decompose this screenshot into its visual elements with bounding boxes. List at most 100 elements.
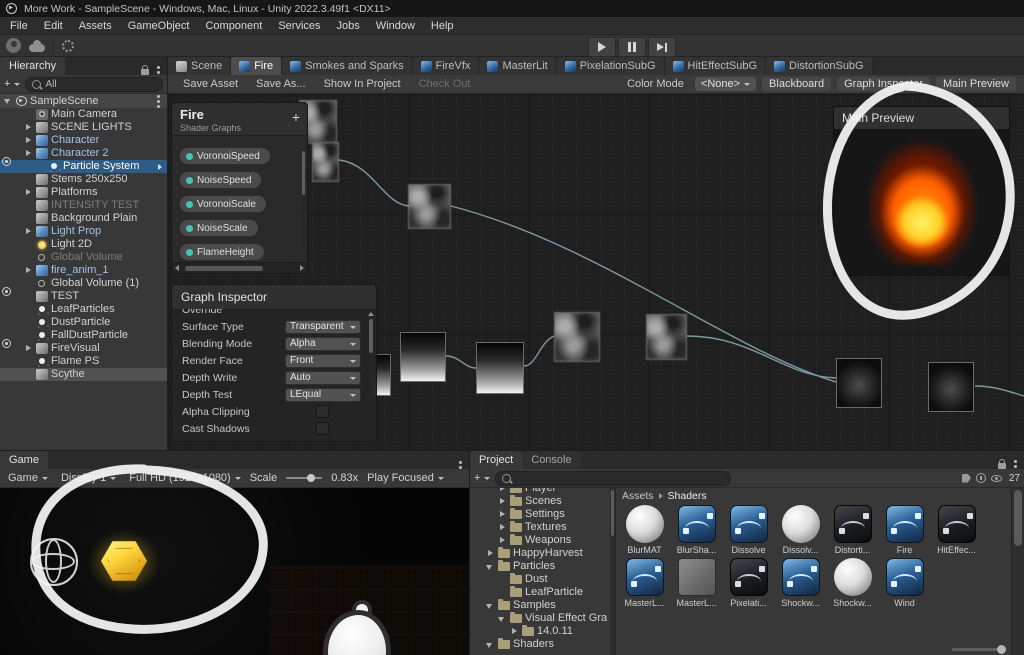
setting-checkbox[interactable] — [316, 422, 329, 435]
hierarchy-item[interactable]: Global Volume (1) — [0, 277, 167, 290]
menu-item[interactable]: Window — [368, 18, 423, 34]
breadcrumb-root[interactable]: Assets — [622, 490, 654, 502]
graph-node-preview[interactable] — [554, 312, 600, 362]
folder-row[interactable]: Textures — [470, 521, 615, 534]
shader-graph-tab[interactable]: Fire — [231, 57, 282, 75]
scrollbar-thumb[interactable] — [185, 266, 263, 271]
hierarchy-item[interactable]: FallDustParticle — [0, 329, 167, 342]
setting-dropdown[interactable]: Transparent — [285, 320, 361, 334]
pane-menu-icon[interactable] — [157, 71, 160, 74]
folder-row[interactable]: Dust — [470, 573, 615, 586]
shader-graph-tab[interactable]: DistortionSubG — [766, 57, 873, 75]
menu-item[interactable]: Assets — [71, 18, 120, 34]
menu-item[interactable]: Component — [197, 18, 270, 34]
expand-arrow-icon[interactable] — [24, 305, 33, 314]
scale-slider[interactable] — [286, 477, 322, 479]
expand-arrow-icon[interactable] — [24, 110, 33, 119]
asset-item[interactable]: HitEffec... — [933, 505, 980, 555]
services-gear-icon[interactable] — [62, 40, 74, 52]
expand-arrow-icon[interactable] — [24, 357, 33, 366]
shader-property-pill[interactable]: NoiseSpeed — [179, 171, 262, 189]
blackboard-toggle-button[interactable]: Blackboard — [762, 77, 831, 91]
main-preview-title[interactable]: Main Preview — [834, 107, 1009, 130]
scene-visibility-icon[interactable] — [2, 287, 11, 296]
expand-arrow-icon[interactable] — [24, 136, 33, 145]
tab-project[interactable]: Project — [470, 451, 522, 469]
display-dropdown[interactable]: Display 1 — [57, 471, 120, 486]
asset-item[interactable]: MasterL... — [621, 558, 668, 608]
expand-arrow-icon[interactable] — [498, 588, 507, 597]
project-vertical-scrollbar[interactable] — [1011, 488, 1024, 655]
menu-item[interactable]: File — [2, 18, 36, 34]
scrollbar-thumb[interactable] — [369, 319, 373, 353]
tab-console[interactable]: Console — [522, 451, 580, 469]
scene-visibility-icon[interactable] — [2, 339, 11, 348]
hierarchy-item[interactable]: Character 2 — [0, 147, 167, 160]
breadcrumb-current[interactable]: Shaders — [668, 490, 707, 502]
info-icon[interactable] — [976, 473, 986, 483]
show-in-project-button[interactable]: Show In Project — [317, 77, 408, 91]
asset-item[interactable]: Dissolv... — [777, 505, 824, 555]
folder-row[interactable]: Player — [470, 488, 615, 495]
menu-item[interactable]: Services — [270, 18, 328, 34]
asset-item[interactable]: Dissolve — [725, 505, 772, 555]
expand-arrow-icon[interactable] — [498, 536, 507, 545]
asset-item[interactable]: BlurMAT — [621, 505, 668, 555]
create-asset-button[interactable]: + — [474, 472, 490, 484]
shader-graph-tab[interactable]: PixelationSubG — [557, 57, 665, 75]
shader-property-pill[interactable]: FlameHeight — [179, 243, 265, 261]
hierarchy-item[interactable]: SCENE LIGHTS — [0, 121, 167, 134]
expand-arrow-icon[interactable] — [24, 370, 33, 379]
menu-item[interactable]: Help — [423, 18, 462, 34]
expand-arrow-icon[interactable] — [498, 488, 507, 493]
expand-arrow-icon[interactable] — [24, 201, 33, 210]
hierarchy-search-input[interactable]: All — [25, 77, 163, 92]
resolution-dropdown[interactable]: Full HD (1920x1080) — [125, 471, 245, 486]
hierarchy-item[interactable]: Particle System — [0, 160, 167, 173]
folder-row[interactable]: Particles — [470, 560, 615, 573]
inspector-vertical-scrollbar[interactable] — [368, 312, 374, 438]
shader-property-pill[interactable]: VoronoiSpeed — [179, 147, 271, 165]
expand-arrow-icon[interactable] — [498, 523, 507, 532]
save-asset-button[interactable]: Save Asset — [176, 77, 245, 91]
check-out-button[interactable]: Check Out — [412, 77, 478, 91]
expand-arrow-icon[interactable] — [24, 240, 33, 249]
folder-row[interactable]: HappyHarvest — [470, 547, 615, 560]
expand-arrow-icon[interactable] — [24, 175, 33, 184]
folder-row[interactable]: Settings — [470, 508, 615, 521]
create-menu-button[interactable]: + — [4, 78, 20, 90]
graph-node-preview[interactable] — [408, 184, 451, 229]
setting-dropdown[interactable]: Auto — [285, 371, 361, 385]
expand-arrow-icon[interactable] — [510, 627, 519, 636]
shader-graph-tab[interactable]: Scene — [168, 57, 231, 75]
setting-dropdown[interactable]: LEqual — [285, 388, 361, 402]
asset-item[interactable]: Distorti... — [829, 505, 876, 555]
asset-item[interactable]: Fire — [881, 505, 928, 555]
graph-node-preview[interactable] — [400, 332, 446, 382]
menu-item[interactable]: Jobs — [329, 18, 368, 34]
scroll-left-arrow-icon[interactable] — [175, 265, 179, 271]
shader-graph-tab[interactable]: FireVfx — [413, 57, 480, 75]
menu-item[interactable]: Edit — [36, 18, 71, 34]
hierarchy-item[interactable]: LeafParticles — [0, 303, 167, 316]
expand-arrow-icon[interactable] — [24, 149, 33, 158]
folder-row[interactable]: Shaders — [470, 638, 615, 651]
main-preview-toggle-button[interactable]: Main Preview — [936, 77, 1016, 91]
setting-dropdown[interactable]: Front — [285, 354, 361, 368]
search-by-label-icon[interactable] — [962, 474, 971, 483]
pause-button[interactable] — [618, 37, 646, 57]
color-mode-dropdown[interactable]: <None> — [695, 77, 756, 91]
folder-row[interactable]: Visual Effect Gra — [470, 612, 615, 625]
hierarchy-item[interactable]: Scythe — [0, 368, 167, 381]
graph-inspector-toggle-button[interactable]: Graph Inspector — [837, 77, 930, 91]
scene-header-row[interactable]: SampleScene — [0, 94, 167, 108]
folder-row[interactable]: Samples — [470, 599, 615, 612]
graph-inspector-title[interactable]: Graph Inspector — [172, 285, 376, 310]
expand-arrow-icon[interactable] — [498, 575, 507, 584]
shader-graph-tab[interactable]: HitEffectSubG — [665, 57, 767, 75]
play-button[interactable] — [588, 37, 616, 57]
cloud-icon[interactable] — [29, 44, 45, 52]
menu-item[interactable]: GameObject — [120, 18, 198, 34]
hierarchy-item[interactable]: Platforms — [0, 186, 167, 199]
hierarchy-item[interactable]: TEST — [0, 290, 167, 303]
